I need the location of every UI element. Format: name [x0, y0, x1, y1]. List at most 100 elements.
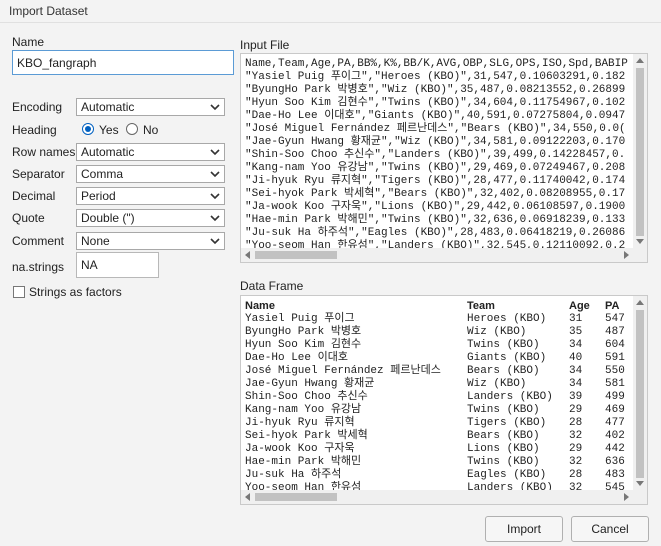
separator-select[interactable]: Comma — [76, 165, 225, 183]
column-header[interactable]: Team — [467, 300, 495, 313]
scroll-corner — [633, 248, 647, 262]
name-input-value: KBO_fangraph — [17, 55, 97, 70]
input-horizontal-scroll-thumb[interactable] — [255, 251, 337, 259]
data-frame-label: Data Frame — [240, 279, 304, 293]
quote-label: Quote — [12, 211, 45, 225]
table-cell: 28 — [569, 417, 583, 429]
table-cell: Ju-suk Ha 하주석 — [245, 469, 342, 481]
column-header[interactable]: Age — [569, 300, 590, 313]
input-vertical-scrollbar[interactable] — [633, 54, 647, 248]
table-cell: José Miguel Fernández 페르난데스 — [245, 365, 441, 377]
table-cell: 34 — [569, 378, 583, 390]
heading-yes-radio[interactable] — [82, 123, 94, 135]
chevron-down-icon — [210, 104, 220, 111]
table-cell: Bears (KBO) — [467, 365, 540, 377]
table-cell: Yasiel Puig 푸이그 — [245, 313, 355, 325]
column-header[interactable]: Name — [245, 300, 275, 313]
table-cell: Sei-hyok Park 박세혁 — [245, 430, 368, 442]
table-cell: 29 — [569, 443, 583, 455]
scroll-right-arrow-icon[interactable] — [624, 493, 630, 501]
input-file-line: "Jae-Gyun Hwang 황재균","Wiz (KBO)",34,581,… — [245, 136, 626, 148]
df-horizontal-scrollbar[interactable] — [241, 490, 633, 504]
chevron-down-icon — [210, 215, 220, 222]
scroll-down-arrow-icon[interactable] — [636, 481, 644, 487]
table-cell: Giants (KBO) — [467, 352, 547, 364]
cancel-button[interactable]: Cancel — [571, 516, 649, 542]
scroll-up-arrow-icon[interactable] — [636, 299, 644, 305]
scroll-up-arrow-icon[interactable] — [636, 57, 644, 63]
df-vertical-scrollbar[interactable] — [633, 296, 647, 490]
table-cell: 604 — [605, 339, 625, 351]
input-vertical-scroll-thumb[interactable] — [636, 68, 644, 236]
table-cell: Ja-wook Koo 구자욱 — [245, 443, 355, 455]
table-cell: Hae-min Park 박해민 — [245, 456, 362, 468]
table-cell: 32 — [569, 456, 583, 468]
table-cell: 469 — [605, 404, 625, 416]
df-horizontal-scroll-thumb[interactable] — [255, 493, 337, 501]
data-frame-preview[interactable]: Name Team Age PA Yasiel Puig 푸이그 Heroes (KBO)… — [240, 295, 648, 505]
table-cell: Kang-nam Yoo 유강남 — [245, 404, 362, 416]
table-cell: 581 — [605, 378, 625, 390]
separator-select-value: Comma — [81, 167, 124, 181]
comment-label: Comment — [12, 234, 65, 248]
table-cell: Ji-hyuk Ryu 류지혁 — [245, 417, 355, 429]
input-file-label: Input File — [240, 38, 290, 52]
table-cell: 442 — [605, 443, 625, 455]
row-names-select[interactable]: Automatic — [76, 143, 225, 161]
table-cell: Hyun Soo Kim 김현수 — [245, 339, 362, 351]
table-cell: 591 — [605, 352, 625, 364]
table-cell: 483 — [605, 469, 625, 481]
decimal-select[interactable]: Period — [76, 187, 225, 205]
scroll-left-arrow-icon[interactable] — [244, 493, 250, 501]
input-file-line: "Dae-Ho Lee 이대호","Giants (KBO)",40,591,0… — [245, 110, 626, 122]
chevron-down-icon — [210, 149, 220, 156]
table-cell: 487 — [605, 326, 625, 338]
input-file-line: "Ja-wook Koo 구자욱","Lions (KBO)",29,442,0… — [245, 201, 626, 213]
table-cell: Twins (KBO) — [467, 339, 540, 351]
table-cell: 477 — [605, 417, 625, 429]
quote-select-value: Double (") — [81, 211, 135, 225]
scroll-down-arrow-icon[interactable] — [636, 239, 644, 245]
input-file-line: "Kang-nam Yoo 유강남","Twins (KBO)",29,469,… — [245, 162, 626, 174]
quote-select[interactable]: Double (") — [76, 209, 225, 227]
encoding-select[interactable]: Automatic — [76, 98, 225, 116]
input-file-line: "Hae-min Park 박해민","Twins (KBO)",32,636,… — [245, 214, 626, 226]
input-file-line: "Ju-suk Ha 하주석","Eagles (KBO)",28,483,0.… — [245, 227, 626, 239]
input-file-line: "Shin-Soo Choo 추신수","Landers (KBO)",39,4… — [245, 149, 626, 161]
input-file-line: "Hyun Soo Kim 김현수","Twins (KBO)",34,604,… — [245, 97, 626, 109]
table-cell: 402 — [605, 430, 625, 442]
window-title: Import Dataset — [9, 4, 88, 18]
input-horizontal-scrollbar[interactable] — [241, 248, 633, 262]
heading-label: Heading — [12, 123, 57, 137]
table-cell: 29 — [569, 404, 583, 416]
table-cell: 40 — [569, 352, 583, 364]
decimal-label: Decimal — [12, 189, 56, 203]
input-file-line: "Sei-hyok Park 박세혁","Bears (KBO)",32,402… — [245, 188, 626, 200]
decimal-select-value: Period — [81, 189, 116, 203]
table-cell: Lions (KBO) — [467, 443, 540, 455]
input-file-line: "ByungHo Park 박병호","Wiz (KBO)",35,487,0.… — [245, 84, 626, 96]
scroll-right-arrow-icon[interactable] — [624, 251, 630, 259]
heading-no-radio[interactable] — [126, 123, 138, 135]
table-cell: Jae-Gyun Hwang 황재균 — [245, 378, 375, 390]
table-cell: Eagles (KBO) — [467, 469, 547, 481]
strings-as-factors-checkbox[interactable] — [13, 286, 25, 298]
table-cell: Twins (KBO) — [467, 404, 540, 416]
table-cell: Shin-Soo Choo 추신수 — [245, 391, 368, 403]
comment-select[interactable]: None — [76, 232, 225, 250]
name-input[interactable]: KBO_fangraph — [12, 50, 234, 75]
column-header[interactable]: PA — [605, 300, 619, 313]
scroll-corner — [633, 490, 647, 504]
heading-yes-label: Yes — [99, 123, 119, 137]
input-file-line: "Yasiel Puig 푸이그","Heroes (KBO)",31,547,… — [245, 71, 626, 83]
name-label: Name — [12, 35, 45, 49]
input-file-preview[interactable]: Name,Team,Age,PA,BB%,K%,BB/K,AVG,OBP,SLG… — [240, 53, 648, 263]
na-strings-input[interactable]: NA — [76, 252, 159, 278]
table-cell: 550 — [605, 365, 625, 377]
chevron-down-icon — [210, 193, 220, 200]
df-vertical-scroll-thumb[interactable] — [636, 310, 644, 478]
table-cell: Bears (KBO) — [467, 430, 540, 442]
import-button[interactable]: Import — [485, 516, 563, 542]
table-cell: Wiz (KBO) — [467, 326, 527, 338]
scroll-left-arrow-icon[interactable] — [244, 251, 250, 259]
